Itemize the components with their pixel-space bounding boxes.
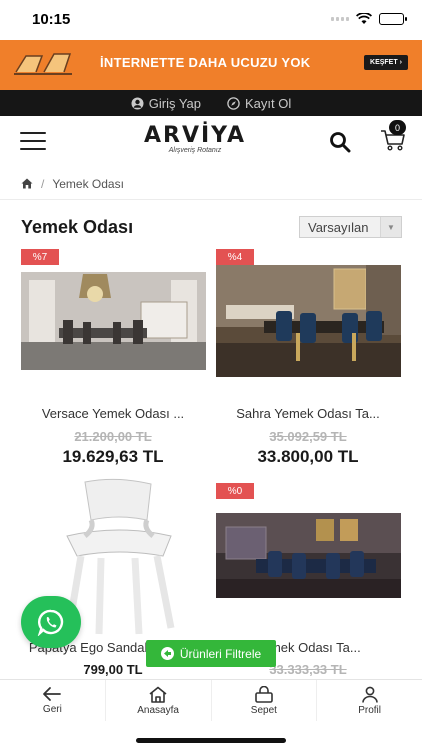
logo-text: ARVİYA: [143, 123, 247, 148]
discount-badge: %4: [216, 249, 254, 265]
breadcrumb-current: Yemek Odası: [52, 176, 124, 191]
nav-basket[interactable]: Sepet: [212, 680, 318, 721]
site-logo[interactable]: ARVİYA Alışveriş Rotanız: [140, 123, 250, 154]
back-arrow-icon: [43, 687, 62, 701]
filter-label: Ürünleri Filtrele: [179, 646, 262, 661]
arrow-left-circle-icon: [160, 647, 174, 660]
filter-products-button[interactable]: Ürünleri Filtrele: [146, 640, 276, 667]
wifi-icon: [356, 13, 372, 24]
nav-profile-label: Profil: [358, 704, 382, 716]
login-label: Giriş Yap: [148, 95, 201, 111]
chevron-right-icon: ›: [399, 59, 402, 66]
compass-icon: [227, 96, 240, 110]
basket-icon: [255, 685, 273, 703]
discount-badge: %7: [21, 249, 59, 265]
product-name[interactable]: Versace Yemek Odası ...: [18, 406, 208, 421]
cart-count-badge: 0: [389, 120, 406, 135]
user-icon: [361, 686, 378, 703]
login-link[interactable]: Giriş Yap: [131, 96, 201, 111]
signal-icon: [331, 17, 349, 21]
product-image[interactable]: [216, 265, 401, 377]
nav-home[interactable]: Anasayfa: [106, 680, 212, 721]
sort-value: Varsayılan: [308, 219, 369, 235]
product-old-price: 21.200,00 TL: [74, 429, 152, 444]
nav-basket-label: Sepet: [250, 704, 277, 716]
whatsapp-icon: [37, 609, 64, 636]
nav-profile[interactable]: Profil: [317, 680, 422, 721]
breadcrumb-separator: /: [41, 176, 45, 191]
home-icon: [149, 686, 167, 703]
register-link[interactable]: Kayıt Ol: [227, 96, 291, 111]
user-circle-icon: [131, 97, 144, 109]
status-icons: [331, 13, 407, 25]
whatsapp-button[interactable]: [21, 596, 81, 648]
product-price: 33.800,00 TL: [257, 447, 359, 466]
chevron-down-icon: ▼: [380, 217, 401, 237]
discount-badge: %0: [216, 483, 254, 499]
logo-tagline: Alışveriş Rotanız: [168, 147, 222, 154]
promo-discover-label: KEŞFET: [370, 59, 398, 66]
nav-back-label: Geri: [42, 704, 62, 715]
product-name[interactable]: Sahra Yemek Odası Ta...: [213, 406, 403, 421]
breadcrumb: / Yemek Odası: [0, 168, 422, 200]
site-header: ARVİYA Alışveriş Rotanız: [0, 116, 422, 168]
product-price: 19.629,63 TL: [62, 447, 164, 466]
status-time: 10:15: [32, 11, 71, 28]
product-image[interactable]: [216, 513, 401, 598]
nav-back[interactable]: Geri: [0, 680, 106, 721]
sunbed-icon: [14, 53, 72, 75]
promo-discover-button[interactable]: KEŞFET ›: [364, 55, 408, 70]
nav-home-label: Anasayfa: [137, 704, 179, 716]
sort-select[interactable]: Varsayılan ▼: [299, 216, 402, 238]
battery-icon: [379, 13, 407, 25]
product-image[interactable]: [21, 272, 206, 370]
status-bar: 10:15: [0, 0, 422, 40]
product-old-price: 35.092,59 TL: [269, 429, 347, 444]
page-title: Yemek Odası: [21, 217, 134, 237]
bottom-nav: Geri Anasayfa Sepet Profil: [0, 679, 422, 721]
hamburger-menu-icon[interactable]: [20, 132, 46, 152]
promo-banner[interactable]: İNTERNETTE DAHA UCUZU YOK KEŞFET ›: [0, 40, 422, 90]
home-indicator: [136, 738, 286, 743]
search-icon[interactable]: [329, 131, 351, 153]
account-bar: Giriş Yap Kayıt Ol: [0, 90, 422, 116]
home-icon[interactable]: [21, 178, 33, 189]
promo-text: İNTERNETTE DAHA UCUZU YOK: [100, 55, 311, 70]
register-label: Kayıt Ol: [245, 95, 292, 111]
